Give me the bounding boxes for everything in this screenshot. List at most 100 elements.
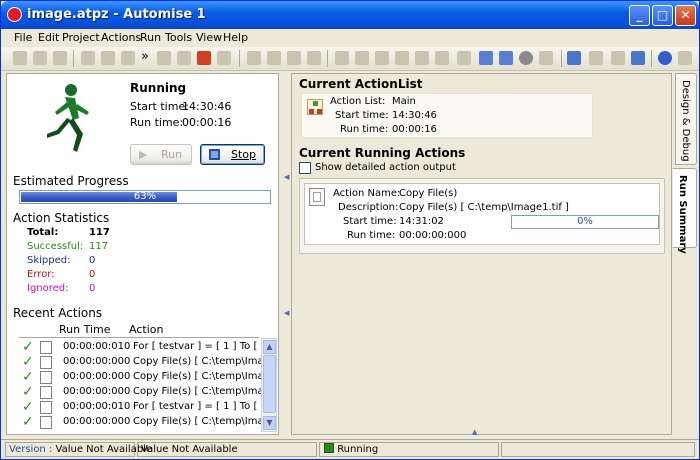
pause-icon[interactable] xyxy=(479,51,493,65)
title-bar[interactable]: image.atpz - Automise 1 _ □ ✕ xyxy=(1,1,699,29)
breakpoint-icon[interactable] xyxy=(435,51,449,65)
action-name-value: Copy File(s) xyxy=(399,188,458,199)
toolbar-separator xyxy=(561,50,562,67)
scroll-thumb[interactable] xyxy=(263,355,276,413)
move-right-icon[interactable] xyxy=(307,51,321,65)
close-button[interactable]: ✕ xyxy=(675,5,696,26)
menu-actions[interactable]: Actions xyxy=(101,31,141,44)
run-time-value: 00:00:16 xyxy=(182,116,232,129)
version-label: Version : xyxy=(9,444,53,455)
run-status-text: Running xyxy=(130,81,187,95)
recent-actions-scrollbar[interactable]: ▲ ▼ xyxy=(261,338,277,432)
variables-icon[interactable] xyxy=(611,51,625,65)
play-icon: ▶ xyxy=(139,148,148,161)
recent-run-time: 00:00:00:000 xyxy=(63,371,131,382)
success-check-icon: ✓ xyxy=(22,414,34,430)
menu-run[interactable]: Run xyxy=(140,31,161,44)
menu-edit[interactable]: Edit xyxy=(38,31,59,44)
menu-view[interactable]: View xyxy=(196,31,222,44)
recent-action-row[interactable]: ✓ 00:00:00:000 Copy File(s) [ C:\temp\Ima.… xyxy=(22,415,262,430)
record-icon[interactable] xyxy=(519,51,533,65)
paste-icon[interactable] xyxy=(121,51,135,65)
window-icon[interactable] xyxy=(567,51,581,65)
move-down-icon[interactable] xyxy=(267,51,281,65)
recent-run-time: 00:00:00:000 xyxy=(63,416,131,427)
cut-icon[interactable] xyxy=(81,51,95,65)
delete-icon[interactable] xyxy=(217,51,231,65)
start-time-label: Start time: xyxy=(130,100,189,113)
toolbar-separator xyxy=(327,50,328,67)
step-into-icon[interactable] xyxy=(355,51,369,65)
recent-action-row[interactable]: ✓ 00:00:00:000 Copy File(s) [ C:\temp\Ima.… xyxy=(22,370,262,385)
open-icon[interactable] xyxy=(13,51,27,65)
stop-icon[interactable] xyxy=(499,51,513,65)
actionlist-start-time-value: 14:30:46 xyxy=(392,110,437,121)
actionlist-icon xyxy=(307,99,323,115)
menu-project[interactable]: Project xyxy=(62,31,100,44)
action-doc-icon xyxy=(40,371,52,384)
options-icon[interactable] xyxy=(678,51,692,65)
window-title: image.atpz - Automise 1 xyxy=(27,7,206,22)
running-start-time-value: 14:31:02 xyxy=(399,216,444,227)
percent-icon[interactable] xyxy=(589,51,603,65)
toolbar-separator xyxy=(73,50,74,67)
recent-actions-label: Recent Actions xyxy=(13,306,103,320)
description-label: Description: xyxy=(338,202,399,213)
action-doc-icon xyxy=(40,356,52,369)
flag-icon[interactable] xyxy=(197,51,211,65)
run-icon[interactable] xyxy=(335,51,349,65)
menu-tools[interactable]: Tools xyxy=(165,31,192,44)
running-action-container: Action Name: Copy File(s) Description: C… xyxy=(299,178,665,254)
recent-run-time: 00:00:00:010 xyxy=(63,401,131,412)
minimize-button[interactable]: _ xyxy=(629,5,650,26)
tab-design-debug[interactable]: Design & Debug xyxy=(675,73,697,165)
splitter-right-icon[interactable]: ◀ xyxy=(284,309,289,317)
recent-action-row[interactable]: ✓ 00:00:00:000 Copy File(s) [ C:\temp\Ima.… xyxy=(22,385,262,400)
toolbar-overflow-icon[interactable]: » xyxy=(141,49,149,64)
show-detailed-label[interactable]: Show detailed action output xyxy=(315,162,456,173)
column-run-time[interactable]: Run Time xyxy=(59,323,111,336)
recent-action-text: Copy File(s) [ C:\temp\Ima... xyxy=(133,356,261,367)
scroll-down-icon[interactable]: ▼ xyxy=(263,416,276,430)
layout-icon[interactable] xyxy=(631,51,645,65)
stat-value: 117 xyxy=(89,227,110,238)
scroll-up-icon[interactable]: ▲ xyxy=(263,340,276,354)
success-check-icon: ✓ xyxy=(22,354,34,370)
action-list-label: Action List: xyxy=(330,96,386,107)
reset-icon[interactable] xyxy=(539,51,553,65)
recent-action-row[interactable]: ✓ 00:00:00:010 For [ testvar ] = [ 1 ] To … xyxy=(22,400,262,415)
maximize-button[interactable]: □ xyxy=(652,5,673,26)
menu-help[interactable]: Help xyxy=(223,31,248,44)
move-left-icon[interactable] xyxy=(287,51,301,65)
actionlist-run-time-label: Run time: xyxy=(340,124,389,135)
panel-splitter[interactable]: ◀ ◀ xyxy=(282,73,290,435)
bottom-splitter-icon[interactable]: ▲ xyxy=(472,428,477,436)
running-run-time-label: Run time: xyxy=(347,230,396,241)
menu-file[interactable]: File xyxy=(14,31,32,44)
toolbar: » xyxy=(1,47,699,71)
splitter-left-icon[interactable]: ◀ xyxy=(284,173,289,181)
help-icon[interactable] xyxy=(658,51,672,65)
step-out-icon[interactable] xyxy=(415,51,429,65)
tab-run-summary[interactable]: Run Summary xyxy=(673,168,697,254)
move-up-icon[interactable] xyxy=(247,51,261,65)
action-doc-icon xyxy=(40,341,52,354)
run-button[interactable]: ▶ Run xyxy=(130,144,192,165)
run-to-icon[interactable] xyxy=(395,51,409,65)
show-detailed-checkbox[interactable] xyxy=(299,162,311,174)
skip-icon[interactable] xyxy=(457,51,471,65)
recent-action-row[interactable]: ✓ 00:00:00:010 For [ testvar ] = [ 1 ] To … xyxy=(22,340,262,355)
new-icon[interactable] xyxy=(53,51,67,65)
step-over-icon[interactable] xyxy=(375,51,389,65)
copy-icon[interactable] xyxy=(101,51,115,65)
run-summary-panel: Current ActionList Action List: Main Sta… xyxy=(291,73,672,436)
clipboard-icon[interactable] xyxy=(177,51,191,65)
recent-action-row[interactable]: ✓ 00:00:00:000 Copy File(s) [ C:\temp\Ima.… xyxy=(22,355,262,370)
check-icon[interactable] xyxy=(157,51,171,65)
actionlist-run-time-value: 00:00:16 xyxy=(392,124,437,135)
stop-button[interactable]: Stop xyxy=(200,144,265,165)
recent-action-text: Copy File(s) [ C:\temp\Ima... xyxy=(133,416,261,427)
save-icon[interactable] xyxy=(33,51,47,65)
column-action[interactable]: Action xyxy=(129,323,163,336)
action-progress-bar: 0% xyxy=(511,215,659,229)
